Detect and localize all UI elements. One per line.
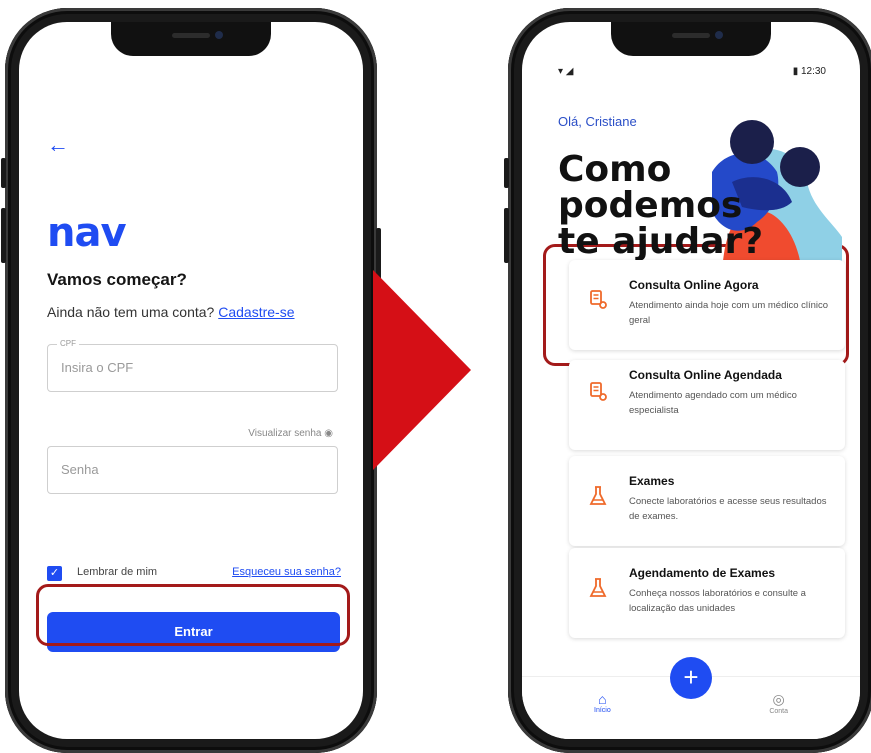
flask-icon <box>589 486 607 505</box>
nav-account[interactable]: ◎ Conta <box>769 691 788 715</box>
card-title: Consulta Online Agora <box>629 278 759 292</box>
nav-home[interactable]: ⌂ Início <box>594 691 611 714</box>
flask-icon <box>589 578 607 597</box>
home-screen: ▾ ◢ ▮ 12:30 Olá, Cristiane Como podemos … <box>522 22 860 739</box>
card-consulta-agora[interactable]: Consulta Online Agora Atendimento ainda … <box>569 260 845 350</box>
password-field[interactable]: Senha <box>47 446 338 494</box>
card-description: Conecte laboratórios e acesse seus resul… <box>629 496 827 522</box>
signal-wifi-icon: ▾ ◢ <box>558 66 574 77</box>
card-title: Consulta Online Agendada <box>629 368 782 382</box>
forgot-password-link[interactable]: Esqueceu sua senha? <box>232 566 341 578</box>
nav-home-label: Início <box>594 707 611 714</box>
side-button <box>1 208 6 263</box>
back-arrow-icon[interactable]: ← <box>47 132 69 158</box>
enter-button-highlight <box>36 584 350 646</box>
cpf-placeholder: Insira o CPF <box>61 360 134 375</box>
card-title: Exames <box>629 474 675 488</box>
side-button <box>1 158 6 188</box>
home-icon: ⌂ <box>598 691 607 707</box>
remember-checkbox[interactable]: ✓ <box>47 566 62 581</box>
show-password-toggle[interactable]: Visualizar senha ◉ <box>248 428 333 439</box>
stethoscope-icon <box>590 382 607 401</box>
transition-arrow-icon <box>373 270 471 470</box>
card-title: Agendamento de Exames <box>629 566 776 580</box>
card-exames[interactable]: Exames Conecte laboratórios e acesse seu… <box>569 456 845 546</box>
stethoscope-icon <box>590 290 607 309</box>
remember-label: Lembrar de mim <box>77 566 158 578</box>
card-description: Atendimento ainda hoje com um médico clí… <box>629 300 829 326</box>
status-time: ▮ 12:30 <box>792 66 826 77</box>
signup-prompt: Ainda não tem uma conta? <box>47 304 215 320</box>
hero-line: Como <box>558 149 672 190</box>
signup-link[interactable]: Cadastre-se <box>218 304 294 320</box>
hero-line: podemos <box>558 185 743 226</box>
login-heading: Vamos começar? <box>47 270 187 289</box>
home-phone-frame: ▾ ◢ ▮ 12:30 Olá, Cristiane Como podemos … <box>504 8 871 753</box>
nav-logo: nav <box>47 210 127 256</box>
card-consulta-agendada[interactable]: Consulta Online Agendada Atendimento age… <box>569 360 845 450</box>
bottom-navigation: + ⌂ Início ◎ Conta <box>522 657 860 739</box>
card-agendamento-exames[interactable]: Agendamento de Exames Conheça nossos lab… <box>569 548 845 638</box>
account-icon: ◎ <box>772 691 785 707</box>
cpf-field[interactable]: CPF Insira o CPF <box>47 339 338 392</box>
hero-line: te ajudar? <box>558 221 764 262</box>
side-button <box>504 158 509 188</box>
phone-notch <box>611 22 771 56</box>
add-button[interactable]: + <box>670 657 712 699</box>
card-description: Atendimento agendado com um médico espec… <box>629 390 797 416</box>
signup-row: Ainda não tem uma conta? Cadastre-se <box>47 304 295 320</box>
side-button <box>504 208 509 263</box>
nav-account-label: Conta <box>769 708 788 715</box>
password-placeholder: Senha <box>61 462 99 477</box>
phone-notch <box>111 22 271 56</box>
greeting: Olá, Cristiane <box>558 114 637 129</box>
cpf-label: CPF <box>57 339 79 348</box>
hero-title: Como podemos te ajudar? <box>558 152 763 260</box>
card-description: Conheça nossos laboratórios e consulte a… <box>629 588 806 614</box>
